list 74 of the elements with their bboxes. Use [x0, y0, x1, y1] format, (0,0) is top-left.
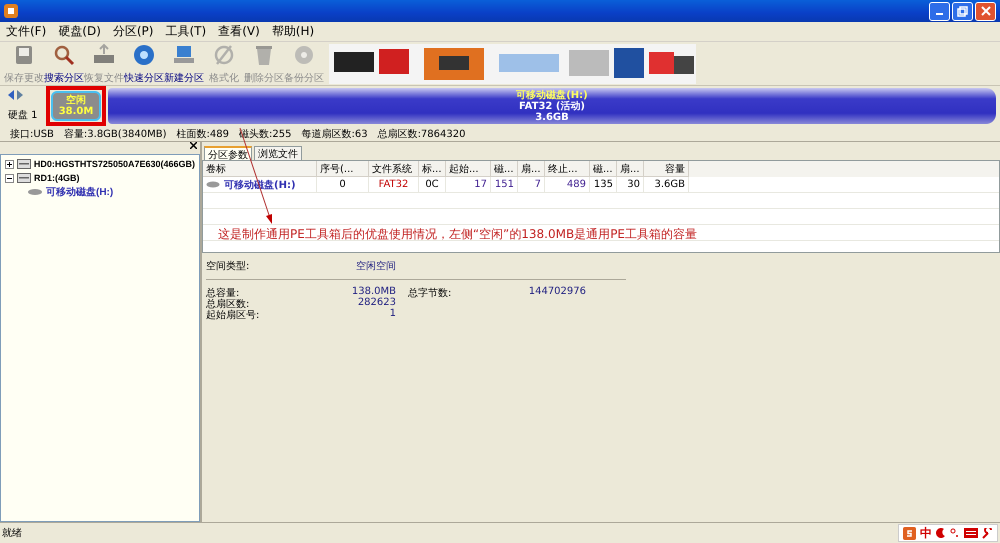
column-header[interactable]: 标...: [419, 161, 446, 177]
punctuation-icon[interactable]: [950, 528, 960, 538]
forward-arrow-icon[interactable]: [17, 90, 23, 100]
detail-value: 282623: [356, 297, 396, 308]
disk-info-text: 柱面数:489: [176, 128, 229, 140]
column-header[interactable]: 扇...: [518, 161, 545, 177]
table-cell: 135: [590, 177, 617, 193]
table-cell: 30: [617, 177, 644, 193]
annotation-text: 这是制作通用PE工具箱后的优盘使用情况，左侧“空闲”的138.0MB是通用PE工具箱的容量: [218, 226, 698, 243]
disk-info-text: 接口:USB: [10, 128, 54, 140]
column-header[interactable]: 序号(...: [317, 161, 369, 177]
disk-info-text: 每道扇区数:63: [301, 128, 368, 140]
column-header[interactable]: 磁...: [491, 161, 518, 177]
drive-icon: [206, 181, 220, 188]
column-header[interactable]: 扇...: [617, 161, 644, 177]
menu-item[interactable]: 分区(P): [108, 23, 162, 40]
back-arrow-icon[interactable]: [8, 90, 14, 100]
tree-item[interactable]: HD0:HGSTHTS725050A7E630(466GB): [34, 159, 195, 169]
tree-item[interactable]: RD1:(4GB): [34, 173, 80, 183]
detail-label: 总容量:: [206, 286, 240, 297]
disk-info-text: 总扇区数:7864320: [378, 128, 466, 140]
tree-item[interactable]: 可移动磁盘(H:): [46, 185, 114, 199]
status-text: 就绪: [1, 526, 22, 540]
column-header[interactable]: 卷标: [203, 161, 317, 177]
detail-value: 1: [388, 308, 396, 319]
app-icon: [4, 4, 18, 18]
close-icon: [980, 6, 990, 16]
drive-icon: [27, 188, 43, 196]
menu-item[interactable]: 工具(T): [161, 23, 214, 40]
menu-item[interactable]: 帮助(H): [268, 23, 322, 40]
detail-value: 138.0MB: [350, 286, 396, 297]
column-header[interactable]: 终止...: [545, 161, 590, 177]
moon-icon[interactable]: [936, 528, 946, 538]
table-cell: 0C: [419, 177, 446, 193]
keyboard-icon[interactable]: [964, 528, 978, 538]
wrench-icon[interactable]: [982, 528, 993, 538]
disk-info-text: 容量:3.8GB(3840MB): [64, 128, 167, 140]
table-cell: 151: [491, 177, 518, 193]
column-header[interactable]: 磁...: [590, 161, 617, 177]
table-cell: 0: [317, 177, 369, 193]
maximize-button[interactable]: [952, 2, 973, 20]
detail-label: 总扇区数:: [206, 298, 250, 308]
expander-icon[interactable]: [5, 174, 14, 182]
menu-item[interactable]: 查看(V): [214, 23, 268, 40]
tab[interactable]: 浏览文件: [254, 146, 302, 160]
detail-label: 起始扇区号:: [206, 308, 260, 319]
column-header[interactable]: 容量: [644, 161, 689, 177]
disk-label: 硬盘 1: [8, 109, 39, 122]
ime-mode-text[interactable]: 中: [920, 524, 932, 542]
toolbar-button[interactable]: 搜索分区: [44, 42, 84, 84]
expander-icon[interactable]: [5, 160, 14, 168]
format-icon: [212, 42, 236, 66]
detail-value: 144702976: [528, 286, 586, 297]
detail-value: 空闲空间: [356, 260, 396, 273]
table-cell: 7: [518, 177, 545, 193]
partition-bar[interactable]: 可移动磁盘(H:) FAT32 (活动) 3.6GB: [108, 88, 996, 124]
detail-label: 总字节数:: [407, 286, 452, 297]
column-header[interactable]: 起始...: [446, 161, 491, 177]
toolbar-button[interactable]: 快速分区: [124, 42, 164, 84]
column-header[interactable]: 文件系统: [369, 161, 419, 177]
table-cell: 489: [545, 177, 590, 193]
table-cell: FAT32: [369, 177, 419, 193]
close-icon[interactable]: [190, 142, 197, 149]
ime-logo-icon[interactable]: [903, 526, 916, 540]
table-cell: 3.6GB: [644, 177, 689, 193]
minimize-icon: [936, 13, 943, 15]
close-button[interactable]: [975, 2, 996, 20]
minimize-button[interactable]: [929, 2, 950, 20]
toolbar-button[interactable]: 新建分区: [164, 42, 204, 84]
menu-item[interactable]: 文件(F): [2, 23, 54, 40]
detail-label: 空间类型:: [206, 260, 250, 273]
menu-item[interactable]: 硬盘(D): [54, 23, 109, 40]
tab[interactable]: 分区参数: [204, 146, 252, 160]
table-cell: 17: [446, 177, 491, 193]
